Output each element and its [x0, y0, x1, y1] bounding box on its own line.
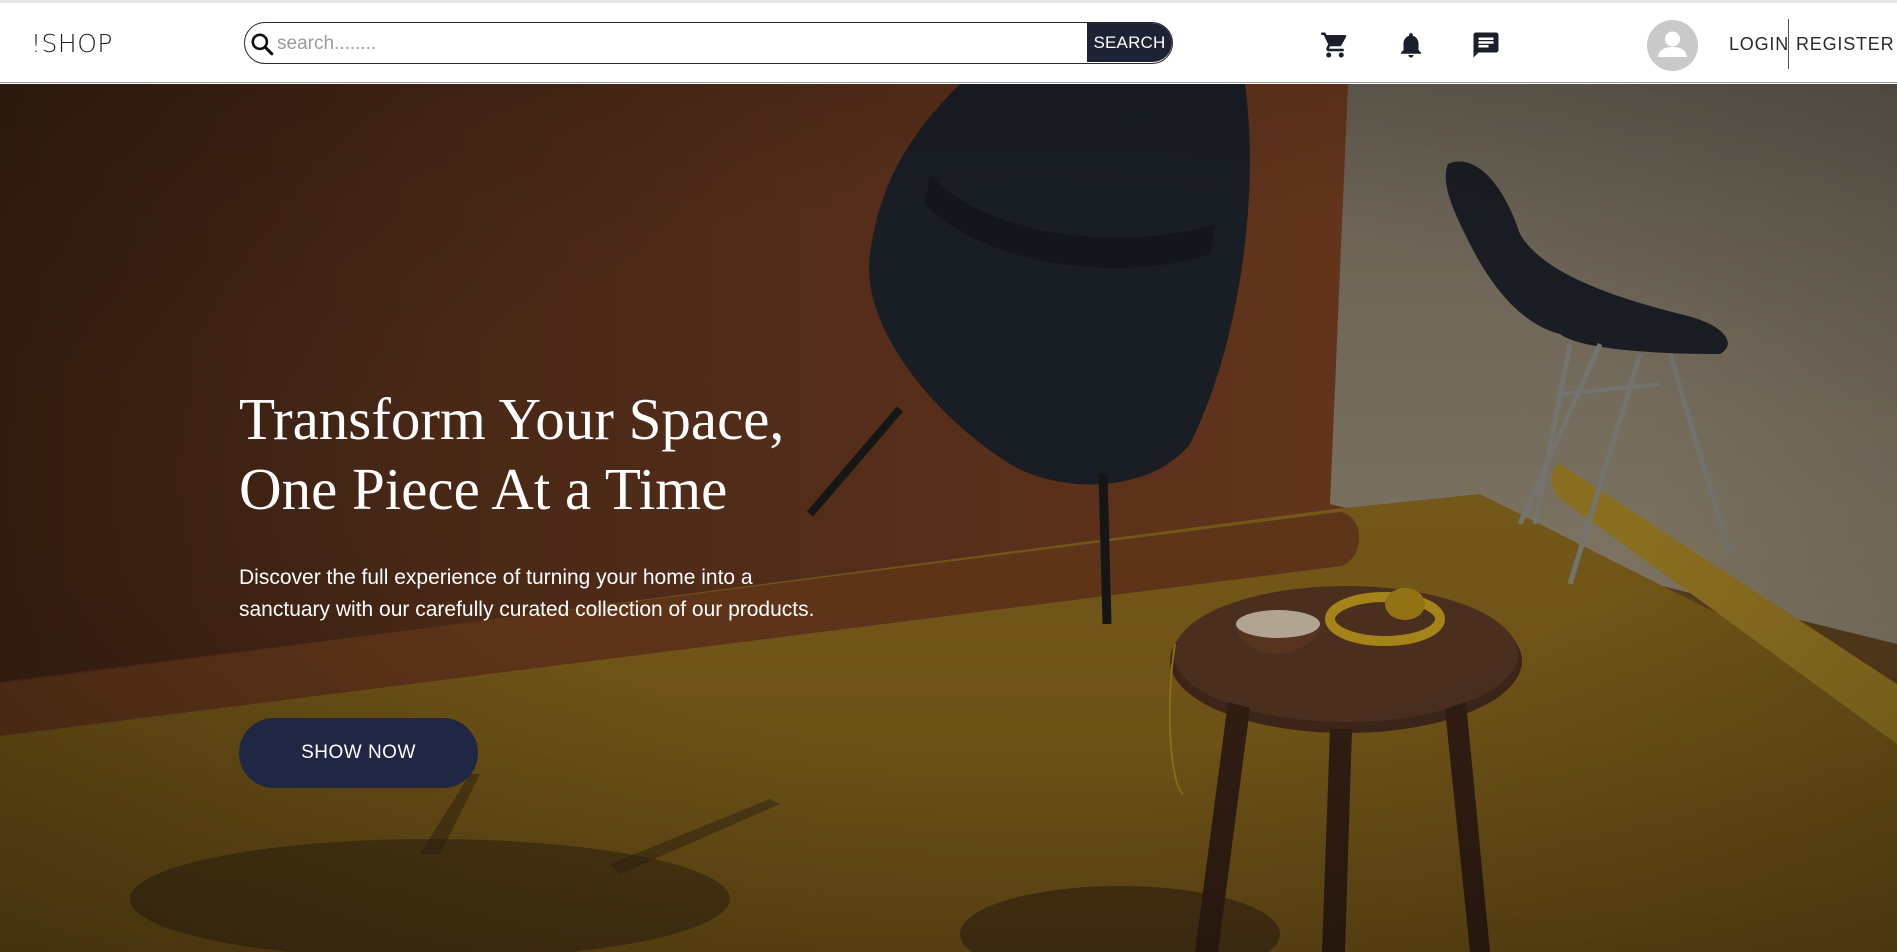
search-icon [251, 33, 274, 56]
login-link[interactable]: LOGIN [1729, 34, 1789, 55]
hero-banner: Transform Your Space, One Piece At a Tim… [0, 84, 1897, 952]
search-button[interactable]: SEARCH [1087, 23, 1172, 62]
show-now-button[interactable]: SHOW NOW [239, 718, 478, 788]
auth-divider [1788, 19, 1789, 69]
navbar: !SHOP SEARCH LOGIN REGISTER [0, 3, 1897, 83]
hero-title-line-2: One Piece At a Time [239, 456, 728, 522]
hero-description: Discover the full experience of turning … [239, 566, 815, 621]
search-input[interactable] [275, 23, 1059, 63]
search-bar: SEARCH [244, 22, 1173, 64]
avatar[interactable] [1647, 20, 1698, 71]
bell-icon[interactable] [1396, 30, 1426, 60]
user-icon [1658, 31, 1687, 57]
hero-title: Transform Your Space, One Piece At a Tim… [239, 384, 939, 524]
cart-icon[interactable] [1320, 30, 1350, 60]
hero-title-line-1: Transform Your Space, [239, 386, 785, 452]
chat-icon[interactable] [1471, 30, 1501, 60]
brand-logo[interactable]: !SHOP [31, 29, 113, 58]
register-link[interactable]: REGISTER [1796, 34, 1894, 55]
